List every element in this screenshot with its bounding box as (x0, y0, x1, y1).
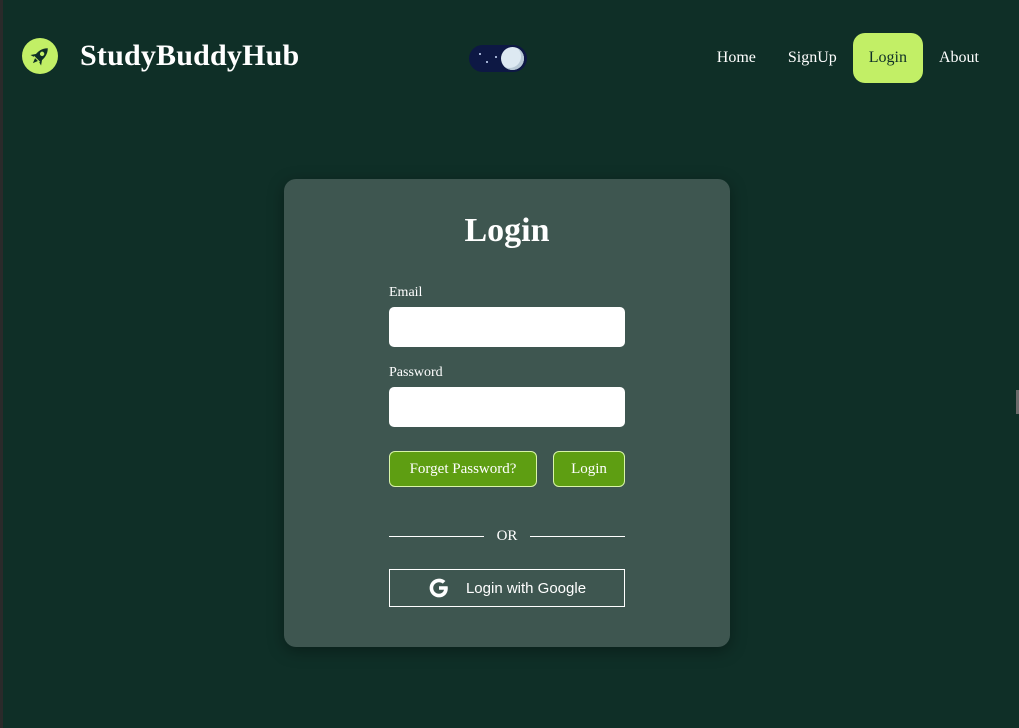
star-icon (479, 53, 481, 55)
google-login-button[interactable]: Login with Google (389, 569, 625, 607)
nav-links: Home SignUp Login About (701, 33, 995, 83)
password-label: Password (389, 365, 443, 380)
google-icon (428, 577, 450, 599)
password-field[interactable] (389, 387, 625, 427)
star-icon (486, 61, 488, 63)
star-icon (495, 56, 497, 58)
email-field[interactable] (389, 307, 625, 347)
login-card: Login Email Password Forget Password? Lo… (284, 179, 730, 647)
nav-signup[interactable]: SignUp (772, 33, 853, 83)
brand[interactable]: StudyBuddyHub (22, 38, 299, 74)
or-divider: OR (389, 526, 625, 546)
rocket-icon (22, 38, 58, 74)
login-title: Login (464, 212, 550, 249)
nav-about[interactable]: About (923, 33, 995, 83)
theme-toggle[interactable] (469, 45, 527, 72)
brand-name: StudyBuddyHub (80, 39, 300, 72)
page: StudyBuddyHub Home SignUp Login About Lo… (0, 0, 1019, 728)
navbar: StudyBuddyHub Home SignUp Login About (3, 0, 1019, 116)
forgot-password-button[interactable]: Forget Password? (389, 451, 537, 487)
google-login-label: Login with Google (465, 579, 587, 597)
login-submit-button[interactable]: Login (553, 451, 625, 487)
divider-line-right (530, 536, 625, 537)
email-label: Email (389, 285, 423, 300)
nav-home[interactable]: Home (701, 33, 772, 83)
nav-login[interactable]: Login (852, 33, 923, 83)
moon-icon (501, 47, 524, 70)
